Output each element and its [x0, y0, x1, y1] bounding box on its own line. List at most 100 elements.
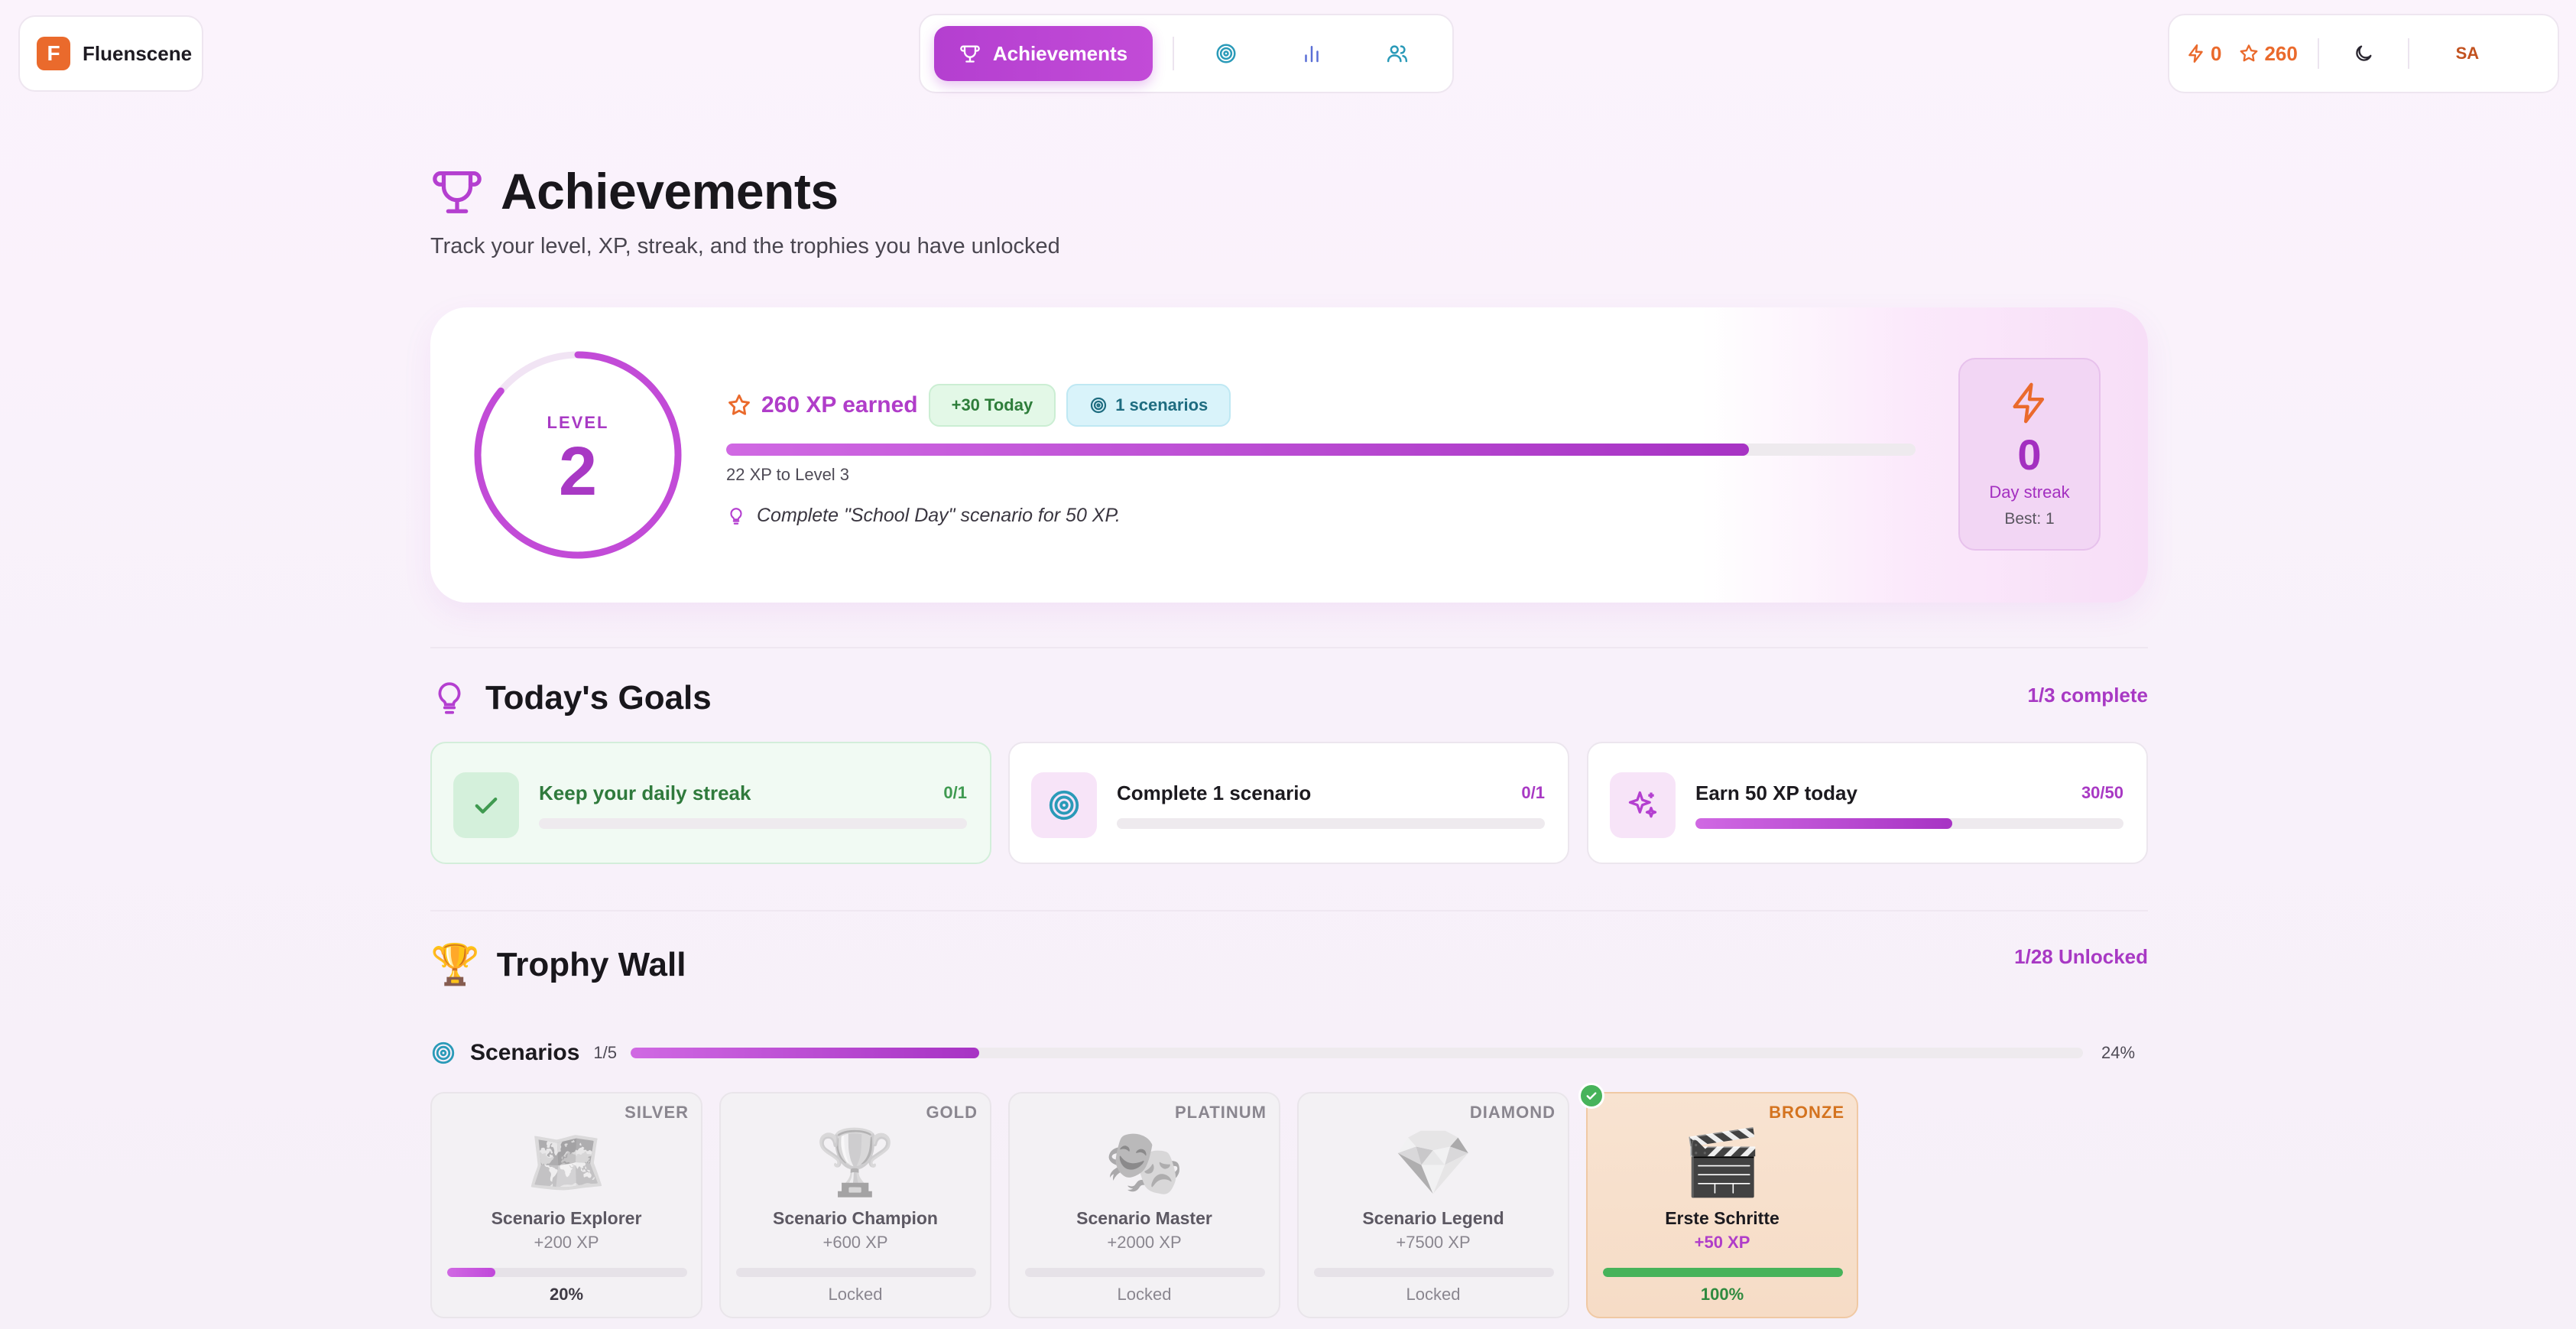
trophy-progress-bar: [1025, 1268, 1265, 1277]
tab-stats[interactable]: [1280, 26, 1344, 81]
theater-masks-icon: 🎭: [1104, 1126, 1185, 1198]
page-subtitle: Track your level, XP, streak, and the tr…: [430, 234, 1060, 258]
streak-best: Best: 1: [2004, 510, 2055, 528]
goal-card[interactable]: Earn 50 XP today 30/50: [1587, 742, 2148, 864]
tab-achievements[interactable]: Achievements: [934, 26, 1153, 81]
lightning-icon: [2013, 382, 2045, 424]
app-name: Fluenscene: [83, 41, 193, 65]
category-name: Scenarios: [470, 1040, 580, 1065]
page-title: Achievements: [501, 163, 839, 219]
trophy-card[interactable]: SILVER 🗺️ Scenario Explorer +200 XP 20%: [430, 1092, 702, 1318]
trophy-progress-fill: [447, 1268, 495, 1277]
bar-chart-icon: [1305, 46, 1319, 63]
trophy-name: Scenario Master: [1076, 1208, 1212, 1228]
goal-name: Complete 1 scenario: [1117, 781, 1312, 804]
xp-earned: 260 XP earned: [726, 392, 918, 418]
trophy-progress-bar: [736, 1268, 976, 1277]
goal-card[interactable]: Keep your daily streak 0/1: [430, 742, 991, 864]
trophy-name: Scenario Explorer: [491, 1208, 642, 1228]
level-ring: LEVEL 2: [472, 349, 684, 561]
goal-card[interactable]: Complete 1 scenario 0/1: [1008, 742, 1569, 864]
logo-mark: F: [37, 37, 70, 70]
goal-progress-bar: [1117, 818, 1545, 829]
trophy-card[interactable]: GOLD 🏆 Scenario Champion +600 XP Locked: [719, 1092, 991, 1318]
trophy-xp: +2000 XP: [1107, 1233, 1182, 1252]
goal-count: 0/1: [943, 783, 967, 802]
xp-progress-bar: [726, 444, 1916, 456]
level-card: LEVEL 2 260 XP earned +30 Today 1 scenar…: [430, 307, 2148, 603]
xp-progress-fill: [726, 444, 1750, 456]
category-scenarios[interactable]: Scenarios 1/5 24%: [430, 1035, 2148, 1071]
xp-counter[interactable]: 260: [2238, 42, 2298, 66]
brand-logo-button[interactable]: F Fluenscene: [18, 15, 203, 92]
tab-community[interactable]: [1365, 26, 1429, 81]
streak-count: 0: [2211, 41, 2222, 65]
trophy-icon: 🏆: [430, 943, 480, 987]
check-icon: [475, 798, 498, 814]
level-value: 2: [558, 434, 598, 510]
tab-scenarios[interactable]: [1194, 26, 1258, 81]
trophy-status: 100%: [1700, 1285, 1744, 1304]
trophy-xp: +600 XP: [822, 1233, 888, 1252]
goal-count: 30/50: [2081, 783, 2123, 802]
page-header: Achievements: [430, 162, 839, 220]
xp-summary: 260 XP earned +30 Today 1 scenarios: [726, 384, 1231, 427]
trophy-status: Locked: [1117, 1285, 1172, 1304]
unlocked-check-icon: [1578, 1083, 1604, 1109]
trophy-status: 20%: [549, 1285, 584, 1304]
trophy-tier: GOLD: [926, 1103, 978, 1122]
lightbulb-icon: [730, 507, 742, 525]
theme-toggle[interactable]: [2319, 43, 2408, 64]
user-status-bar: 0 260 SA: [2168, 14, 2559, 93]
nav-divider: [1173, 37, 1174, 70]
goals-summary: 1/3 complete: [2027, 684, 2148, 707]
scenarios-badge-text: 1 scenarios: [1115, 395, 1209, 414]
goal-count: 0/1: [1521, 783, 1545, 802]
category-progress-bar: [631, 1048, 2084, 1058]
next-tip-text: Complete "School Day" scenario for 50 XP…: [757, 505, 1121, 526]
trophy-icon: [433, 171, 482, 213]
goal-icon: [453, 772, 519, 838]
avatar-button[interactable]: SA: [2409, 44, 2526, 63]
category-count: 1/5: [593, 1043, 618, 1062]
xp-earned-text: 260 XP earned: [761, 392, 918, 418]
trophy-tier: SILVER: [625, 1103, 689, 1122]
goal-icon: [1610, 772, 1676, 838]
trophy-icon: [960, 45, 980, 63]
target-icon: [1049, 790, 1079, 820]
target-icon: [1216, 44, 1236, 63]
lightning-icon: [2188, 44, 2203, 63]
trophy-progress-bar: [1314, 1268, 1554, 1277]
category-progress-fill: [631, 1048, 980, 1058]
users-icon: [1387, 45, 1408, 63]
clapperboard-icon: 🎬: [1682, 1126, 1763, 1198]
moon-icon: [2356, 45, 2372, 61]
trophy-tier: PLATINUM: [1174, 1103, 1267, 1122]
trophy-cup-icon: 🏆: [815, 1126, 896, 1198]
target-icon: [1091, 397, 1107, 414]
trophy-tier: DIAMOND: [1469, 1103, 1556, 1122]
trophy-progress-bar: [447, 1268, 687, 1277]
trophy-card[interactable]: BRONZE 🎬 Erste Schritte +50 XP 100%: [1578, 1083, 1858, 1318]
trophy-status: Locked: [828, 1285, 883, 1304]
day-streak-card: 0 Day streak Best: 1: [1958, 358, 2101, 551]
trophy-card[interactable]: PLATINUM 🎭 Scenario Master +2000 XP Lock…: [1008, 1092, 1280, 1318]
trophy-summary: 1/28 Unlocked: [2014, 945, 2148, 968]
star-icon: [728, 394, 750, 415]
goal-name: Keep your daily streak: [539, 781, 751, 804]
trophy-xp: +200 XP: [534, 1233, 599, 1252]
level-label: LEVEL: [547, 413, 609, 432]
star-icon: [2240, 44, 2258, 62]
goal-icon: [1031, 772, 1097, 838]
xp-to-next-level: 22 XP to Level 3: [726, 465, 850, 484]
target-icon: [432, 1041, 455, 1064]
trophy-card[interactable]: DIAMOND 💎 Scenario Legend +7500 XP Locke…: [1297, 1092, 1569, 1318]
sparkles-icon: [1628, 791, 1657, 818]
trophy-progress-fill: [1603, 1268, 1843, 1277]
streak-label: Day streak: [1989, 483, 2070, 502]
streak-counter[interactable]: 0: [2186, 42, 2221, 66]
goals-title: Today's Goals: [485, 679, 712, 716]
goal-name: Earn 50 XP today: [1695, 781, 1857, 804]
goal-progress-bar: [539, 818, 967, 829]
diamond-icon: 💎: [1393, 1126, 1474, 1198]
